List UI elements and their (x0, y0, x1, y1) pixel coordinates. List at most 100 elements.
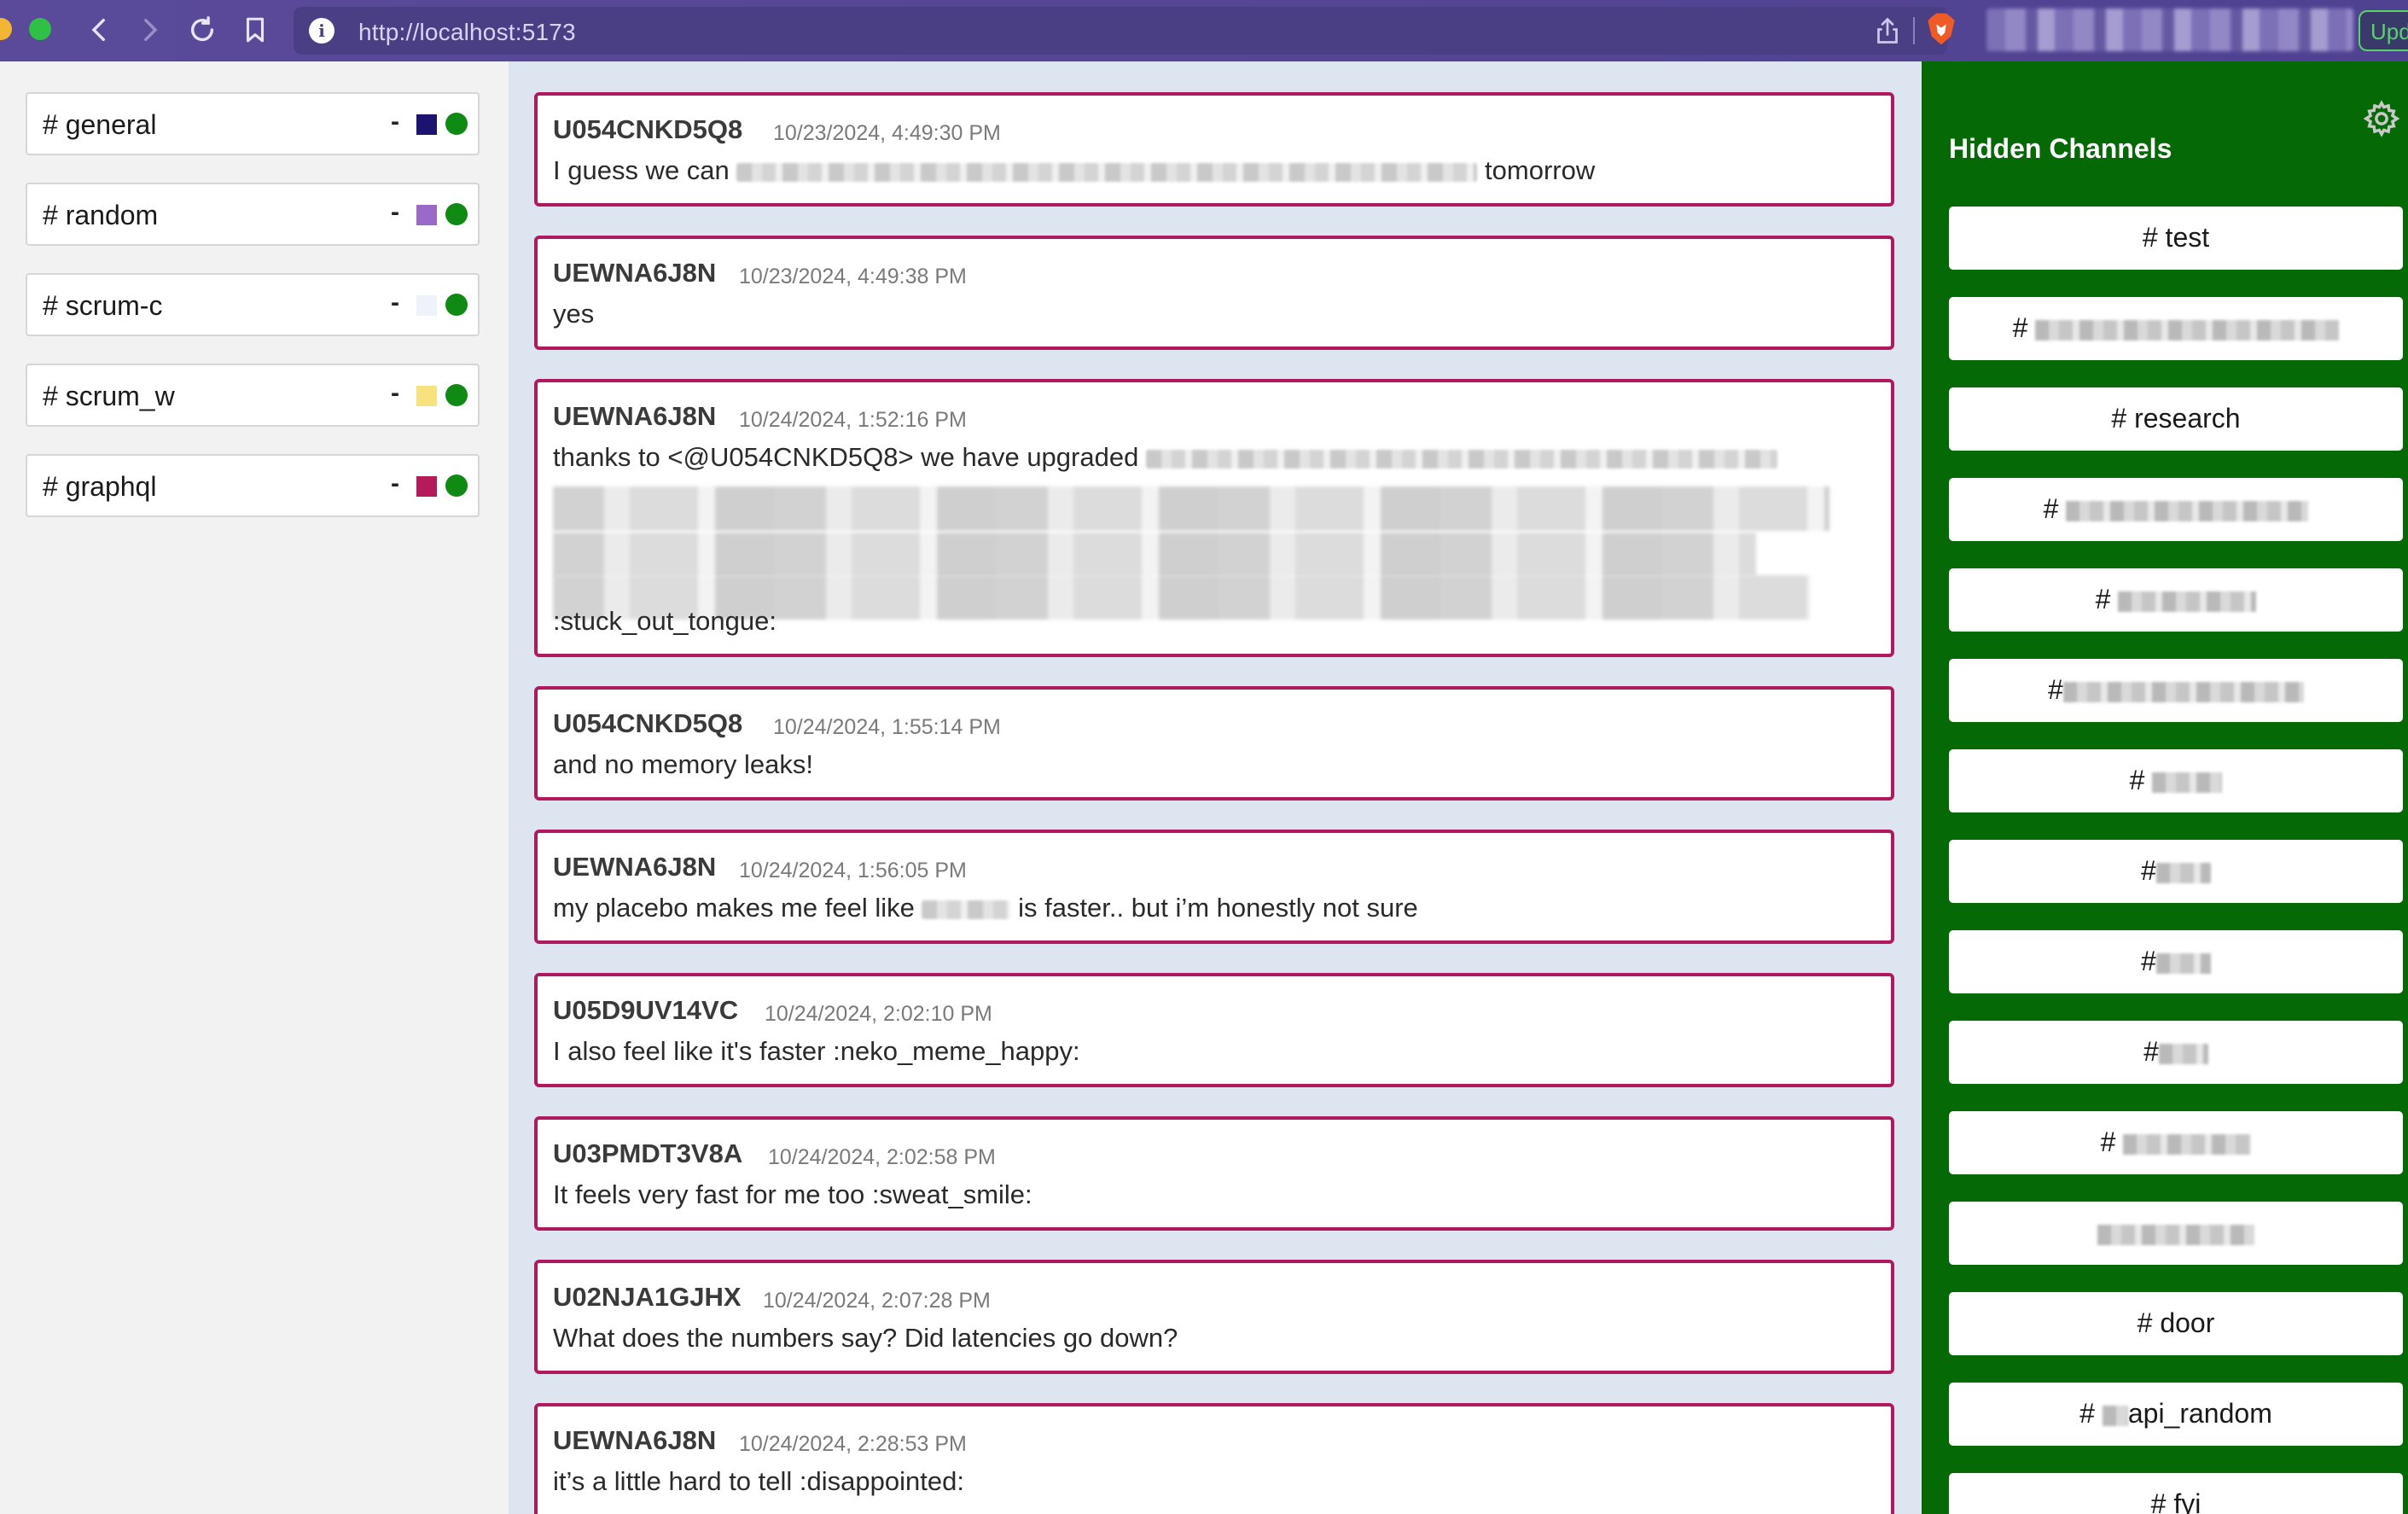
message-timestamp: 10/24/2024, 2:28:53 PM (739, 1432, 967, 1456)
redacted-text (2152, 772, 2223, 793)
message-text: I guess we can tomorrow (553, 155, 1596, 185)
forward-icon[interactable] (130, 10, 169, 49)
hidden-channel-item[interactable]: # (1949, 749, 2403, 812)
extensions-area[interactable] (1986, 9, 2353, 51)
message-text: it’s a little hard to tell :disappointed… (553, 1466, 964, 1496)
minimize-window-button[interactable] (0, 18, 12, 40)
hidden-channel-research[interactable]: # research (1949, 387, 2403, 451)
message-author: U054CNKD5Q8 (553, 114, 743, 144)
channel-name: # graphql (43, 471, 157, 502)
message-card: U03PMDT3V8A 10/24/2024, 2:02:58 PM It fe… (534, 1116, 1894, 1231)
channel-color-swatch[interactable] (416, 386, 437, 406)
message-list[interactable]: U054CNKD5Q8 10/23/2024, 4:49:30 PM I gue… (509, 61, 1922, 1514)
message-timestamp: 10/24/2024, 2:02:58 PM (768, 1145, 996, 1169)
hidden-channel-test[interactable]: # test (1949, 207, 2403, 270)
urlbar-divider (1913, 17, 1915, 44)
address-bar[interactable]: i http://localhost:5173 (294, 7, 1947, 55)
gear-icon[interactable] (2362, 99, 2401, 138)
share-icon[interactable] (1872, 15, 1903, 46)
hidden-channel-item[interactable]: # (1949, 1021, 2403, 1084)
channel-status-dot (445, 384, 468, 406)
message-card: U02NJA1GJHX 10/24/2024, 2:07:28 PM What … (534, 1260, 1894, 1374)
back-icon[interactable] (80, 10, 119, 49)
hidden-channel-item[interactable]: # (1949, 1111, 2403, 1174)
hidden-channel-item[interactable]: # (1949, 478, 2403, 541)
brave-shield-icon[interactable] (1927, 12, 1956, 46)
browser-toolbar: i http://localhost:5173 Upd (0, 0, 2408, 61)
hidden-channels-panel: Hidden Channels # test # # research # # … (1922, 61, 2408, 1514)
channel-item-scrum-w[interactable]: # scrum_w - (26, 364, 480, 427)
channel-color-swatch[interactable] (416, 476, 437, 497)
bookmark-icon[interactable] (236, 10, 275, 49)
message-card: U054CNKD5Q8 10/24/2024, 1:55:14 PM and n… (534, 686, 1894, 801)
message-author: UEWNA6J8N (553, 852, 717, 882)
channel-color-swatch[interactable] (416, 295, 437, 316)
channel-status-dot (445, 113, 468, 135)
message-card: UEWNA6J8N 10/23/2024, 4:49:38 PM yes (534, 236, 1894, 350)
message-author: U054CNKD5Q8 (553, 708, 743, 738)
hidden-channel-api-random[interactable]: # api_random (1949, 1383, 2403, 1446)
redacted-text (2102, 1405, 2128, 1426)
channel-name: # general (43, 109, 157, 140)
zoom-window-button[interactable] (29, 18, 51, 40)
message-timestamp: 10/24/2024, 1:55:14 PM (773, 715, 1001, 739)
channel-status-dot (445, 203, 468, 225)
message-text: yes (553, 299, 595, 329)
message-author: UEWNA6J8N (553, 258, 717, 288)
message-text: my placebo makes me feel like is faster.… (553, 893, 1418, 923)
update-button[interactable]: Upd (2359, 10, 2408, 51)
channel-dash: - (391, 379, 399, 407)
redacted-text (2155, 952, 2211, 974)
redacted-text (1145, 449, 1777, 469)
message-author: U02NJA1GJHX (553, 1282, 742, 1312)
message-text: It feels very fast for me too :sweat_smi… (553, 1179, 1032, 1209)
message-card: UEWNA6J8N 10/24/2024, 1:56:05 PM my plac… (534, 830, 1894, 944)
channel-item-general[interactable]: # general - (26, 92, 480, 155)
channel-dash: - (391, 469, 399, 498)
channel-name: # scrum_w (43, 381, 175, 411)
channel-dash: - (391, 288, 399, 317)
hidden-channel-door[interactable]: # door (1949, 1292, 2403, 1355)
redacted-text (553, 533, 1756, 577)
channel-color-swatch[interactable] (416, 114, 437, 135)
hidden-channels-title: Hidden Channels (1949, 133, 2172, 164)
channel-sidebar: # general - # random - # scrum-c - # scr… (0, 61, 509, 1514)
hidden-channel-item[interactable]: # (1949, 840, 2403, 903)
message-card: U054CNKD5Q8 10/23/2024, 4:49:30 PM I gue… (534, 92, 1894, 207)
channel-color-swatch[interactable] (416, 205, 437, 225)
redacted-text (2118, 591, 2257, 612)
message-timestamp: 10/23/2024, 4:49:30 PM (773, 121, 1001, 145)
message-timestamp: 10/23/2024, 4:49:38 PM (739, 265, 967, 288)
channel-dash: - (391, 108, 399, 136)
channel-status-dot (445, 294, 468, 316)
message-author: UEWNA6J8N (553, 401, 717, 431)
site-info-icon[interactable]: i (309, 18, 334, 44)
message-text: What does the numbers say? Did latencies… (553, 1323, 1178, 1353)
hidden-channel-item[interactable]: # (1949, 659, 2403, 722)
hidden-channel-item[interactable]: # (1949, 568, 2403, 632)
channel-dash: - (391, 198, 399, 226)
redacted-text (2097, 1224, 2254, 1245)
url-text[interactable]: http://localhost:5173 (358, 19, 576, 46)
message-author: U03PMDT3V8A (553, 1138, 743, 1168)
hidden-channel-item[interactable] (1949, 1202, 2403, 1265)
channel-item-scrum-c[interactable]: # scrum-c - (26, 273, 480, 336)
hidden-channel-item[interactable]: # (1949, 930, 2403, 993)
reload-icon[interactable] (183, 10, 222, 49)
message-text-end: :stuck_out_tongue: (553, 606, 776, 636)
redacted-text (2155, 862, 2211, 883)
redacted-text (2066, 500, 2309, 521)
channel-item-graphql[interactable]: # graphql - (26, 454, 480, 517)
message-text: thanks to <@U054CNKD5Q8> we have upgrade… (553, 442, 1777, 473)
redacted-text (2062, 681, 2304, 702)
message-card: UEWNA6J8N 10/24/2024, 2:28:53 PM it’s a … (534, 1403, 1894, 1514)
channel-item-random[interactable]: # random - (26, 183, 480, 246)
hidden-channel-fyi[interactable]: # fyi (1949, 1473, 2403, 1514)
message-card: U05D9UV14VC 10/24/2024, 2:02:10 PM I als… (534, 973, 1894, 1087)
hidden-channel-item[interactable]: # (1949, 297, 2403, 360)
message-text: and no memory leaks! (553, 749, 813, 779)
redacted-text (2035, 319, 2340, 341)
message-timestamp: 10/24/2024, 2:07:28 PM (763, 1289, 991, 1313)
message-timestamp: 10/24/2024, 2:02:10 PM (765, 1002, 992, 1026)
message-text: I also feel like it's faster :neko_meme_… (553, 1036, 1080, 1066)
